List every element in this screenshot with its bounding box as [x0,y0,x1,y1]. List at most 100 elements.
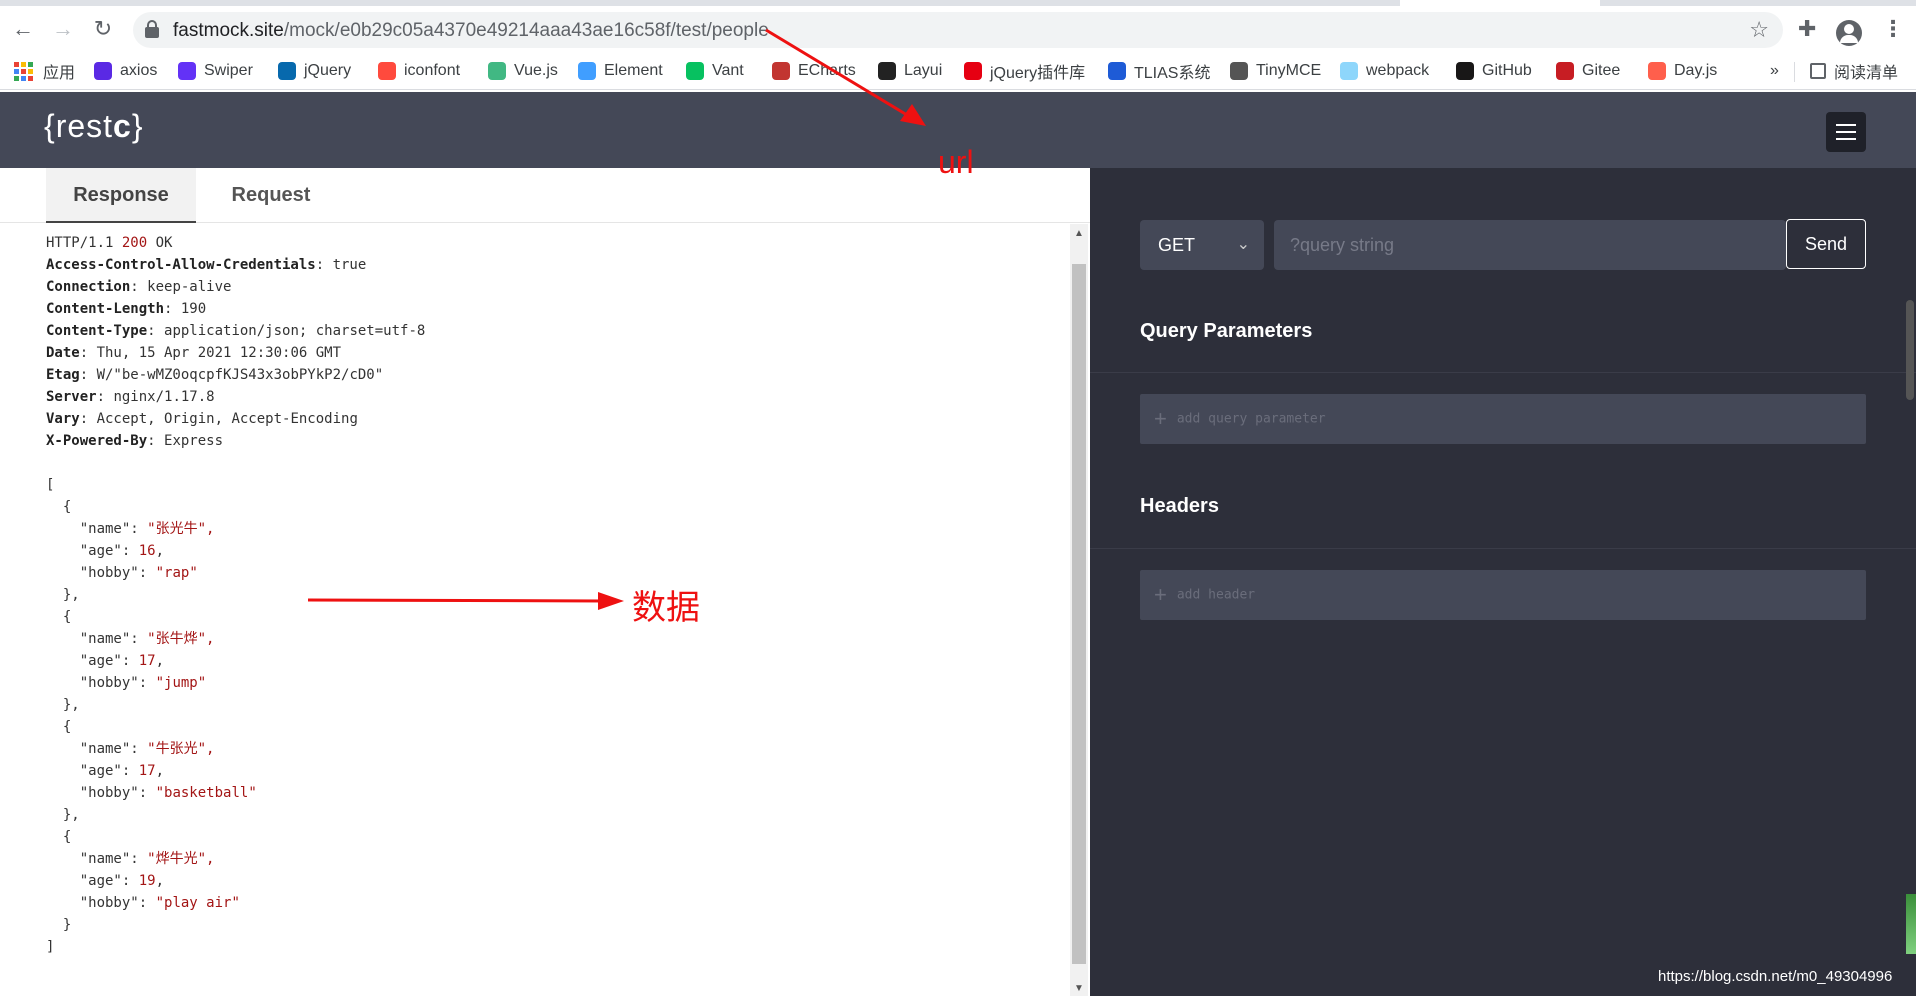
bookmark-label: Gitee [1582,62,1621,79]
right-scrollbar-thumb[interactable] [1906,300,1914,400]
add-query-parameter-row[interactable]: + add query parameter [1140,394,1866,444]
bookmark-label: Swiper [204,62,253,79]
headers-title: Headers [1140,495,1219,517]
bookmark-apps-grid[interactable]: 应用 [14,58,75,84]
json-object-open: { [46,719,72,735]
plus-icon: + [1154,406,1167,431]
json-field-age: "age": 17, [46,653,165,669]
bookmark-vant[interactable]: Vant [686,58,744,84]
header-line: Content-Length: 190 [46,301,207,317]
bookmark-tlias[interactable]: TLIAS系统 [1108,58,1210,84]
lock-icon[interactable] [145,20,159,38]
divider [1090,372,1916,373]
method-value: GET [1158,235,1196,255]
apps-grid-icon [14,61,33,81]
json-field-age: "age": 17, [46,763,165,779]
vant-icon [686,62,704,80]
gitee-icon [1556,62,1574,80]
back-arrow-icon[interactable]: ← [8,14,38,44]
bookmark-layui[interactable]: Layui [878,58,942,84]
tab-response[interactable]: Response [46,168,196,223]
header-line: Connection: keep-alive [46,279,232,295]
hamburger-line [1836,131,1856,133]
hamburger-line [1836,138,1856,140]
bookmark-vue[interactable]: Vue.js [488,58,558,84]
bookmark-dayjs[interactable]: Day.js [1648,58,1717,84]
json-object-open: { [46,829,72,845]
hamburger-menu-button[interactable] [1826,112,1866,152]
reading-list-button[interactable]: 阅读清单 [1810,58,1898,84]
axios-icon [94,62,112,80]
vue-icon [488,62,506,80]
layui-icon [878,62,896,80]
bookmark-echarts[interactable]: ECharts [772,58,856,84]
tab-request[interactable]: Request [196,168,346,223]
bookmark-jquery[interactable]: jQuery [278,58,351,84]
add-header-row[interactable]: + add header [1140,570,1866,620]
github-icon [1456,62,1474,80]
jquery-icon [278,62,296,80]
bookmark-label: iconfont [404,62,461,79]
response-scrollbar[interactable]: ▲ ▼ [1070,224,1088,996]
send-button[interactable]: Send [1786,219,1866,269]
address-bar[interactable]: fastmock.site/mock/e0b29c05a4370e49214aa… [133,12,1783,48]
bookmark-label: ECharts [798,62,856,79]
bookmarks-overflow-button[interactable]: » [1770,58,1779,84]
logo-brace-open: { [44,108,56,144]
bookmark-label: TinyMCE [1256,62,1322,79]
json-bracket: ] [46,939,55,955]
bookmark-swiper[interactable]: Swiper [178,58,253,84]
bookmark-label: Vue.js [514,62,558,79]
json-field-name: "name": "张牛烨", [46,631,215,647]
url-text[interactable]: fastmock.site/mock/e0b29c05a4370e49214aa… [173,20,769,42]
kebab-menu-icon[interactable]: ⋮ [1882,16,1904,42]
forward-arrow-icon[interactable]: → [48,14,78,44]
logo-brace-close: } [131,108,144,144]
method-select[interactable]: GET ⌄ [1140,220,1264,270]
bookmark-label: Day.js [1674,62,1718,79]
json-field-name: "name": "牛张光", [46,741,215,757]
bookmark-label: axios [120,62,158,79]
side-widget [1906,894,1916,954]
bookmark-jquery-plugin[interactable]: jQuery插件库 [964,58,1085,84]
reading-list-label: 阅读清单 [1834,65,1899,82]
bookmark-tinymce[interactable]: TinyMCE [1230,58,1321,84]
reload-icon[interactable]: ↻ [88,14,118,44]
bookmark-gitee[interactable]: Gitee [1556,58,1620,84]
bookmark-label: Layui [904,62,943,79]
bookmarks-bar: 应用 axios Swiper jQuery iconfont Vue.js Element… [0,52,1916,90]
scroll-up-arrow-icon[interactable]: ▲ [1074,228,1084,239]
scroll-down-arrow-icon[interactable]: ▼ [1074,983,1084,994]
bookmark-iconfont[interactable]: iconfont [378,58,460,84]
bookmark-star-icon[interactable]: ☆ [1749,17,1769,43]
bookmark-label: TLIAS系统 [1134,65,1211,82]
iconfont-icon [378,62,396,80]
header-line: Etag: W/"be-wMZ0oqcpfKJS43x3obPYkP2/cD0" [46,367,384,383]
reading-list-icon [1810,63,1826,79]
header-line: Vary: Accept, Origin, Accept-Encoding [46,411,358,427]
restc-logo: {restc} [44,108,144,145]
header-line: Server: nginx/1.17.8 [46,389,215,405]
swiper-icon [178,62,196,80]
profile-avatar-icon[interactable] [1836,20,1862,46]
header-line: Access-Control-Allow-Credentials: true [46,257,367,273]
query-string-input[interactable]: ?query string [1274,220,1786,270]
json-field-hobby: "hobby": "jump" [46,675,207,691]
bookmark-github[interactable]: GitHub [1456,58,1532,84]
json-field-hobby: "hobby": "rap" [46,565,198,581]
csdn-watermark: https://blog.csdn.net/m0_49304996 [1658,968,1893,985]
extensions-puzzle-icon[interactable]: ✚ [1798,16,1816,42]
bookmark-element[interactable]: Element [578,58,663,84]
query-parameters-title: Query Parameters [1140,320,1313,342]
scrollbar-thumb[interactable] [1072,264,1086,964]
json-object-close: }, [46,587,80,603]
panel-tabs: Response Request [0,168,1090,223]
status-line: HTTP/1.1 200 OK [46,235,173,251]
header-line: Content-Type: application/json; charset=… [46,323,426,339]
json-object-close: }, [46,697,80,713]
bookmark-webpack[interactable]: webpack [1340,58,1429,84]
json-field-age: "age": 16, [46,543,165,559]
logo-c: c [113,108,132,144]
jquery-plugin-icon [964,62,982,80]
bookmark-axios[interactable]: axios [94,58,157,84]
